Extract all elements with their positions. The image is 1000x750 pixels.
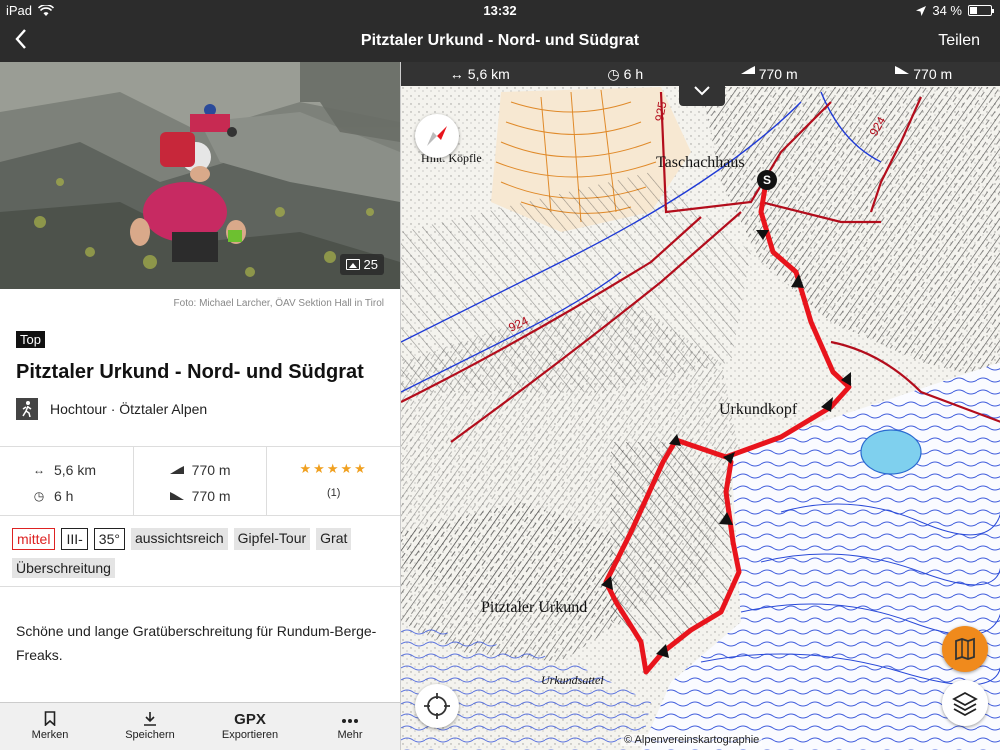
page-title: Pitztaler Urkund - Nord- und Südgrat bbox=[360, 32, 640, 49]
stats-col-rating[interactable]: ★★★★★ (1) bbox=[267, 447, 400, 515]
tour-description: Schöne und lange Gratüberschreitung für … bbox=[16, 623, 377, 663]
bookmark-icon bbox=[44, 711, 56, 727]
tag-grade: III- bbox=[61, 528, 88, 550]
battery-icon bbox=[968, 5, 994, 16]
export-button[interactable]: GPX Exportieren bbox=[200, 703, 300, 750]
map-icon bbox=[955, 637, 975, 661]
stats-col-distance-time: ↔ 5,6 km ◷ 6 h bbox=[0, 447, 134, 515]
rating-count: (1) bbox=[326, 487, 341, 499]
map-label-pitztaler-urkund: Pitztaler Urkund bbox=[481, 599, 587, 616]
map-copyright: © Alpenvereinskartographie bbox=[621, 734, 763, 746]
chevron-down-icon bbox=[694, 86, 710, 96]
descent-icon bbox=[895, 66, 910, 74]
map-descent: 770 m bbox=[913, 66, 953, 82]
map-view[interactable]: S Taschachhaus Urkundkopf Pitztaler Urku… bbox=[400, 62, 1000, 750]
map-layers-button[interactable] bbox=[942, 680, 988, 726]
distance-icon: ↔ bbox=[33, 463, 45, 477]
save-label: Speichern bbox=[125, 729, 175, 741]
rating-stars-icon: ★★★★★ bbox=[299, 461, 368, 476]
tag-difficulty: mittel bbox=[12, 528, 56, 550]
tag-slope: 35° bbox=[93, 528, 125, 550]
map-label-taschachhaus: Taschachhaus bbox=[656, 154, 745, 171]
crosshair-icon bbox=[424, 693, 450, 719]
stats-col-elevation: 770 m 770 m bbox=[134, 447, 268, 515]
layers-icon bbox=[952, 691, 978, 717]
stat-descent: 770 m bbox=[191, 488, 231, 504]
topo-map[interactable]: S Taschachhaus Urkundkopf Pitztaler Urku… bbox=[401, 62, 1000, 750]
tour-type-label: Hochtour · Ötztaler Alpen bbox=[50, 401, 208, 417]
map-distance: 5,6 km bbox=[467, 66, 510, 82]
ascent-icon bbox=[740, 66, 755, 74]
collapse-stats-button[interactable] bbox=[679, 82, 725, 106]
export-label: Exportieren bbox=[221, 729, 279, 741]
navigation-bar: Pitztaler Urkund - Nord- und Südgrat Tei… bbox=[0, 22, 1000, 62]
stat-duration: 6 h bbox=[54, 488, 74, 504]
more-button[interactable]: Mehr bbox=[300, 703, 400, 750]
map-label-urkundkopf: Urkundkopf bbox=[719, 401, 798, 418]
compass-button[interactable] bbox=[415, 114, 459, 158]
download-icon bbox=[144, 712, 156, 726]
save-button[interactable]: Speichern bbox=[100, 703, 200, 750]
map-duration: 6 h bbox=[623, 65, 644, 82]
bookmark-button[interactable]: Merken bbox=[0, 703, 100, 750]
photo-count: 25 bbox=[363, 257, 378, 272]
status-bar: iPad 13:32 34 % bbox=[0, 0, 1000, 22]
clock-icon: ◷ bbox=[607, 65, 620, 82]
stat-distance: 5,6 km bbox=[54, 462, 97, 478]
battery-percent: 34 % bbox=[932, 3, 962, 18]
map-label-urkundsattel: Urkundsattel bbox=[541, 673, 604, 687]
image-icon bbox=[345, 259, 360, 270]
descent-icon bbox=[169, 489, 184, 503]
status-time: 13:32 bbox=[483, 3, 517, 18]
photo-credit: Foto: Michael Larcher, ÖAV Sektion Hall … bbox=[173, 298, 384, 309]
map-tour-button[interactable] bbox=[942, 626, 988, 672]
tag-feature: aussichtsreich bbox=[130, 528, 228, 550]
map-ascent: 770 m bbox=[758, 66, 798, 82]
more-label: Mehr bbox=[337, 729, 363, 741]
top-badge: Top bbox=[16, 331, 45, 348]
tour-tags: mittel III- 35° aussichtsreich Gipfel-To… bbox=[0, 516, 400, 587]
stat-ascent: 770 m bbox=[191, 462, 231, 478]
gpx-icon: GPX bbox=[234, 711, 266, 728]
ascent-icon bbox=[169, 463, 184, 477]
locate-me-button[interactable] bbox=[415, 684, 459, 728]
location-arrow-icon bbox=[916, 5, 927, 16]
bookmark-label: Merken bbox=[31, 729, 69, 741]
tag-feature: Grat bbox=[316, 528, 352, 550]
tour-title: Pitztaler Urkund - Nord- und Südgrat bbox=[16, 361, 364, 383]
photo-count-badge[interactable]: 25 bbox=[339, 254, 384, 275]
tour-type: Hochtour · Ötztaler Alpen bbox=[16, 398, 384, 420]
bottom-toolbar: Merken Speichern GPX Exportieren Mehr bbox=[0, 702, 400, 750]
hiker-icon bbox=[16, 398, 38, 420]
compass-icon bbox=[427, 126, 447, 146]
tag-feature: Gipfel-Tour bbox=[233, 528, 311, 550]
tour-detail-panel[interactable]: 25 Foto: Michael Larcher, ÖAV Sektion Ha… bbox=[0, 62, 400, 702]
start-marker[interactable]: S bbox=[763, 173, 771, 187]
share-button[interactable]: Teilen bbox=[938, 32, 980, 50]
clock-icon: ◷ bbox=[33, 489, 45, 503]
tour-photo[interactable]: 25 bbox=[0, 62, 400, 289]
tour-stats: ↔ 5,6 km ◷ 6 h 770 m 770 m ★★★★★ (1) bbox=[0, 446, 400, 516]
distance-icon: ↔ bbox=[449, 66, 464, 82]
tag-feature: Überschreitung bbox=[12, 558, 115, 578]
more-icon bbox=[342, 719, 358, 723]
